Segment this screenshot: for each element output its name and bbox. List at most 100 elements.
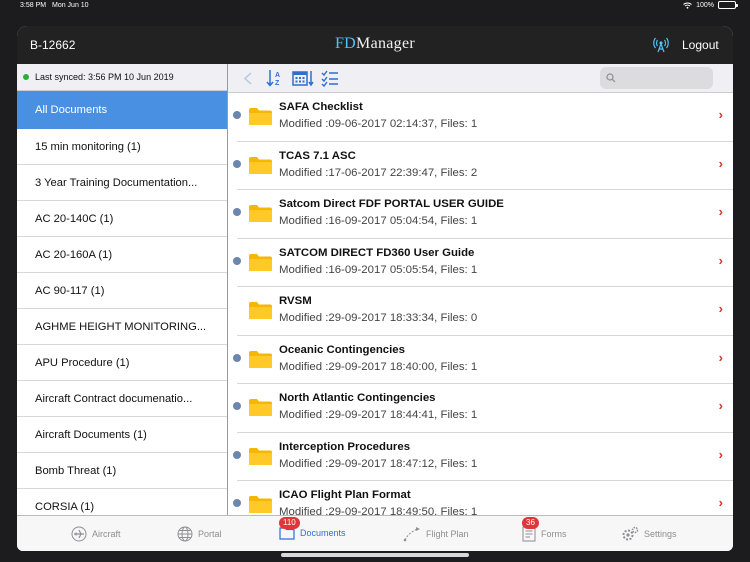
battery-icon: [718, 1, 738, 9]
tab-flight-plan[interactable]: Flight Plan: [403, 526, 469, 542]
document-meta: Modified :17-06-2017 22:39:47, Files: 2: [279, 166, 478, 179]
list-toolbar: A Z: [228, 64, 733, 93]
document-meta: Modified :29-09-2017 18:44:41, Files: 1: [279, 409, 478, 421]
tab-label: Aircraft: [92, 529, 121, 539]
status-time: 3:58 PM: [20, 2, 47, 9]
sidebar-item[interactable]: 15 min monitoring (1): [17, 129, 227, 165]
folder-icon: [249, 447, 272, 465]
tab-aircraft[interactable]: Aircraft: [71, 526, 121, 542]
folder-icon: [249, 496, 272, 513]
document-title: Oceanic Contingencies: [279, 343, 405, 356]
tab-label: Forms: [541, 529, 567, 539]
sidebar: Last synced: 3:56 PM 10 Jun 2019 All Doc…: [17, 64, 228, 515]
document-row[interactable]: Satcom Direct FDF PORTAL USER GUIDE Modi…: [233, 190, 733, 239]
sidebar-item[interactable]: AC 90-117 (1): [17, 273, 227, 309]
document-row[interactable]: SATCOM DIRECT FD360 User Guide Modified …: [233, 239, 733, 287]
documents-badge: 110: [279, 517, 300, 529]
app-logo: FDManager: [334, 35, 416, 52]
document-meta: Modified :29-09-2017 18:49:50, Files: 1: [279, 506, 478, 515]
globe-icon: [177, 526, 193, 542]
folder-icon: [249, 108, 272, 125]
sidebar-item[interactable]: Aircraft Contract documenatio...: [17, 381, 227, 417]
sidebar-item[interactable]: CORSIA (1): [17, 489, 227, 515]
document-meta: Modified :29-09-2017 18:33:34, Files: 0: [279, 312, 478, 324]
flight-path-icon: [403, 527, 420, 542]
chevron-right-icon: ›: [718, 252, 723, 268]
document-title: ICAO Flight Plan Format: [279, 489, 411, 501]
chevron-right-icon: ›: [718, 301, 723, 316]
search-input[interactable]: [600, 67, 713, 89]
logout-button[interactable]: Logout: [682, 38, 719, 52]
document-row[interactable]: ICAO Flight Plan Format Modified :29-09-…: [233, 481, 733, 515]
folder-icon: [249, 350, 272, 368]
sort-az-icon[interactable]: A Z: [266, 69, 282, 87]
sort-date-icon[interactable]: [292, 69, 314, 87]
tab-label: Settings: [644, 529, 677, 539]
document-row[interactable]: North Atlantic Contingencies Modified :2…: [233, 384, 733, 433]
back-chevron-icon[interactable]: [244, 72, 252, 85]
document-row[interactable]: Interception Procedures Modified :29-09-…: [233, 433, 733, 481]
unread-dot-icon: [233, 499, 241, 507]
gear-icon: [622, 526, 639, 541]
tab-label: Flight Plan: [426, 529, 469, 539]
sidebar-item[interactable]: Aircraft Documents (1): [17, 417, 227, 453]
document-row[interactable]: SAFA Checklist Modified :09-06-2017 02:1…: [233, 93, 733, 142]
sidebar-item[interactable]: 3 Year Training Documentation...: [17, 165, 227, 201]
tab-portal[interactable]: Portal: [177, 526, 222, 542]
unread-dot-icon: [233, 208, 241, 216]
document-title: North Atlantic Contingencies: [279, 392, 436, 404]
sidebar-item-all-documents[interactable]: All Documents: [17, 91, 227, 129]
unread-dot-icon: [233, 353, 241, 362]
document-title: RVSM: [279, 295, 312, 307]
sync-text: Last synced: 3:56 PM 10 Jun 2019: [35, 72, 174, 82]
document-row[interactable]: TCAS 7.1 ASC Modified :17-06-2017 22:39:…: [233, 142, 733, 190]
forms-badge: 36: [522, 517, 539, 529]
document-row[interactable]: Oceanic Contingencies Modified :29-09-20…: [233, 336, 733, 384]
document-title: SAFA Checklist: [279, 101, 363, 113]
chevron-right-icon: ›: [718, 107, 723, 122]
document-meta: Modified :29-09-2017 18:47:12, Files: 1: [279, 457, 478, 470]
folder-icon: [249, 302, 272, 319]
document-meta: Modified :29-09-2017 18:40:00, Files: 1: [279, 360, 478, 373]
tab-label: Portal: [198, 529, 222, 539]
sidebar-item[interactable]: AGHME HEIGHT MONITORING...: [17, 309, 227, 345]
unread-dot-icon: [233, 159, 241, 168]
chevron-right-icon: ›: [718, 398, 723, 413]
sync-status: Last synced: 3:56 PM 10 Jun 2019: [17, 64, 227, 91]
unread-dot-icon: [233, 402, 241, 410]
document-title: TCAS 7.1 ASC: [279, 149, 356, 162]
battery-percent: 100%: [696, 1, 714, 9]
app-window: B-12662 FDManager Logout Last synced: 3:…: [17, 26, 733, 551]
search-icon: [606, 73, 616, 83]
antenna-icon[interactable]: [653, 37, 669, 53]
airplane-icon: [71, 526, 87, 542]
unread-dot-icon: [233, 256, 241, 265]
chevron-right-icon: ›: [718, 495, 723, 510]
checklist-icon[interactable]: [321, 69, 339, 87]
unread-dot-icon: [233, 111, 241, 119]
svg-text:Z: Z: [275, 80, 280, 87]
chevron-right-icon: ›: [718, 349, 723, 365]
sidebar-item[interactable]: AC 20-140C (1): [17, 201, 227, 237]
tab-settings[interactable]: Settings: [621, 526, 677, 542]
folder-icon: [249, 399, 272, 416]
document-meta: Modified :09-06-2017 02:14:37, Files: 1: [279, 118, 478, 130]
chevron-right-icon: ›: [718, 155, 723, 171]
folder-icon: [249, 253, 272, 271]
sidebar-item[interactable]: APU Procedure (1): [17, 345, 227, 381]
home-indicator[interactable]: [281, 553, 469, 557]
unread-dot-icon: [233, 450, 241, 459]
sync-dot-icon: [23, 74, 29, 80]
document-list-pane: A Z SAFA Checklist Modified:09-06-2017 …: [228, 64, 733, 515]
tab-documents[interactable]: 110 Documents: [279, 517, 346, 540]
document-meta: Modified :16-09-2017 05:04:54, Files: 1: [279, 215, 478, 227]
sidebar-item[interactable]: AC 20-160A (1): [17, 237, 227, 273]
sidebar-item[interactable]: Bomb Threat (1): [17, 453, 227, 489]
app-header: B-12662 FDManager Logout: [17, 26, 733, 64]
status-right: 100%: [683, 1, 738, 9]
document-title: Interception Procedures: [279, 440, 411, 453]
wifi-icon: [683, 2, 692, 9]
document-row[interactable]: RVSM Modified :29-09-2017 18:33:34, File…: [237, 287, 733, 336]
tab-forms[interactable]: 36 Forms: [522, 517, 567, 542]
document-title: SATCOM DIRECT FD360 User Guide: [279, 246, 475, 259]
